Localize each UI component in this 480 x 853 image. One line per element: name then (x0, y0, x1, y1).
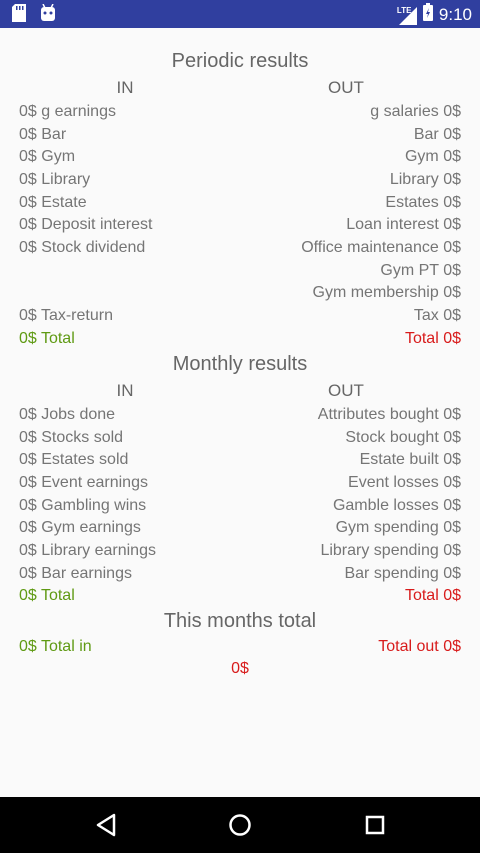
results-screen: Periodic results IN OUT 0$ g earnings 0$… (0, 28, 480, 797)
periodic-in-stock-dividend: 0$ Stock dividend (19, 239, 146, 256)
monthly-in-gym-earnings: 0$ Gym earnings (19, 519, 141, 536)
monthly-in-event-earnings: 0$ Event earnings (19, 474, 148, 491)
periodic-out-office-maintenance: Office maintenance 0$ (301, 239, 461, 256)
periodic-results-title: Periodic results (171, 50, 309, 72)
monthly-in-library-earnings: 0$ Library earnings (19, 542, 156, 559)
monthly-out-bar-spending: Bar spending 0$ (344, 565, 461, 582)
month-net-total: 0$ (231, 660, 249, 677)
periodic-out-gym-pt: Gym PT 0$ (380, 262, 461, 279)
month-total-in: 0$ Total in (19, 638, 92, 655)
monthly-in-header: IN (116, 381, 134, 400)
monthly-in-stocks-sold: 0$ Stocks sold (19, 429, 124, 446)
navigation-bar (0, 797, 480, 853)
monthly-in-estates-sold: 0$ Estates sold (19, 451, 129, 468)
monthly-in-gambling-wins: 0$ Gambling wins (19, 497, 147, 514)
monthly-results-title: Monthly results (172, 353, 308, 375)
monthly-out-library-spending: Library spending 0$ (320, 542, 461, 559)
recents-icon[interactable] (359, 809, 391, 841)
monthly-out-event-losses: Event losses 0$ (348, 474, 461, 491)
periodic-in-tax-return: 0$ Tax-return (19, 307, 113, 324)
periodic-out-gym: Gym 0$ (404, 148, 461, 165)
periodic-out-header: OUT (328, 78, 364, 97)
periodic-in-bar: 0$ Bar (19, 126, 67, 143)
monthly-total-out: Total 0$ (404, 587, 461, 604)
sd-card-icon (12, 4, 26, 27)
monthly-out-header: OUT (328, 381, 364, 400)
android-icon (40, 3, 56, 27)
monthly-out-attributes-bought: Attributes bought 0$ (317, 406, 461, 423)
monthly-out-stock-bought: Stock bought 0$ (345, 429, 461, 446)
month-total-title: This months total (163, 610, 317, 632)
periodic-in-header: IN (116, 78, 134, 97)
periodic-in-deposit-interest: 0$ Deposit interest (19, 216, 153, 233)
back-icon[interactable] (90, 809, 122, 841)
periodic-out-gym-membership: Gym membership 0$ (312, 284, 462, 301)
monthly-total-in: 0$ Total (19, 587, 75, 604)
signal-icon: LTE (397, 5, 417, 25)
periodic-in-estate: 0$ Estate (19, 194, 87, 211)
battery-icon (422, 3, 433, 26)
status-bar: LTE 9:10 (0, 0, 480, 28)
periodic-total-in: 0$ Total (19, 330, 75, 347)
network-type: LTE (396, 5, 412, 15)
periodic-out-bar: Bar 0$ (413, 126, 461, 143)
monthly-out-gym-spending: Gym spending 0$ (335, 519, 461, 536)
monthly-in-bar-earnings: 0$ Bar earnings (19, 565, 132, 582)
monthly-in-jobs-done: 0$ Jobs done (19, 406, 116, 423)
periodic-out-tax: Tax 0$ (413, 307, 461, 324)
periodic-in-g-earnings: 0$ g earnings (19, 103, 116, 120)
periodic-out-estates: Estates 0$ (385, 194, 461, 211)
periodic-out-library: Library 0$ (389, 171, 461, 188)
monthly-out-estate-built: Estate built 0$ (359, 451, 461, 468)
month-total-out: Total out 0$ (378, 638, 461, 655)
clock: 9:10 (438, 4, 472, 24)
periodic-out-loan-interest: Loan interest 0$ (346, 216, 461, 233)
home-icon[interactable] (224, 809, 256, 841)
periodic-out-g-salaries: g salaries 0$ (370, 103, 461, 120)
periodic-in-gym: 0$ Gym (19, 148, 76, 165)
periodic-total-out: Total 0$ (404, 330, 461, 347)
periodic-in-library: 0$ Library (19, 171, 91, 188)
monthly-out-gamble-losses: Gamble losses 0$ (332, 497, 461, 514)
